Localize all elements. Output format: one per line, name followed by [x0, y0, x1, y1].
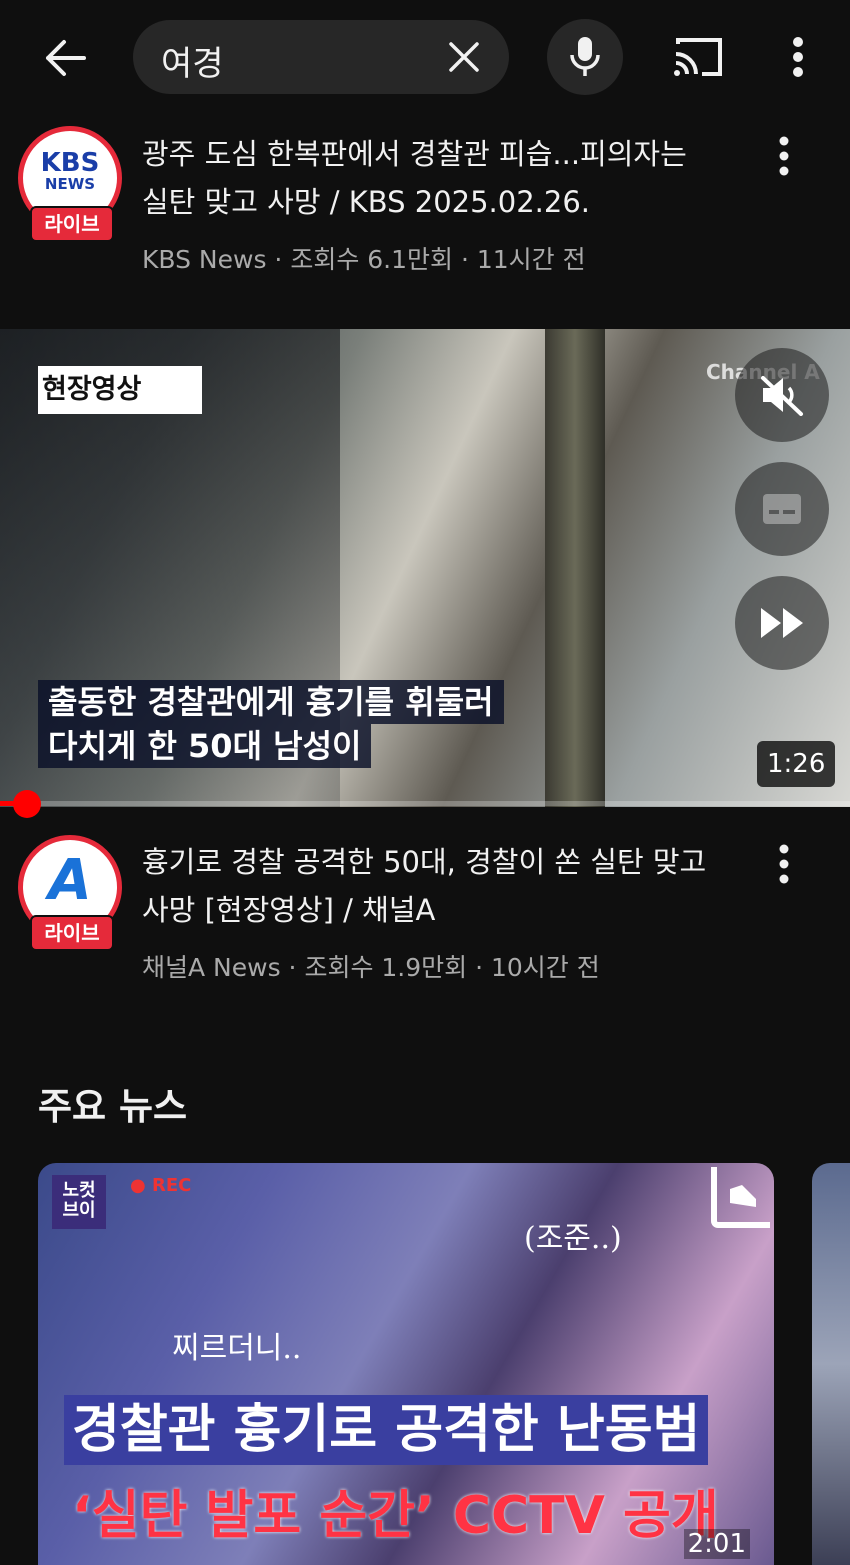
back-arrow-icon[interactable]	[40, 32, 92, 84]
channel-logo: 노컷 브이	[52, 1175, 106, 1229]
avatar-logo-text: KBS	[40, 148, 100, 178]
video-caption-line1: 출동한 경찰관에게 흉기를 휘둘러	[38, 680, 504, 724]
mic-icon	[570, 37, 600, 76]
video-title[interactable]: 광주 도심 한복판에서 경찰관 피습...피의자는 실탄 맞고 사망 / KBS…	[142, 130, 742, 226]
duration-badge: 2:01	[683, 1529, 750, 1559]
cast-icon[interactable]	[672, 34, 726, 80]
video-title-line2: 사망 [현장영상] / 채널A	[142, 893, 436, 927]
captions-button[interactable]	[735, 462, 829, 556]
video-title-line1: 광주 도심 한복판에서 경찰관 피습...피의자는	[142, 137, 687, 171]
progress-scrubber[interactable]	[13, 790, 41, 818]
more-vert-icon[interactable]	[784, 34, 812, 80]
voice-search-button[interactable]	[547, 19, 623, 95]
next-news-card-thumbnail[interactable]	[812, 1163, 850, 1565]
headline-line2: ‘실탄 발포 순간’ CCTV 공개	[72, 1486, 719, 1546]
video-caption-line2: 다치게 한 50대 남성이	[38, 724, 372, 768]
avatar-logo-sub: NEWS	[44, 175, 96, 193]
video-meta: 채널A News · 조회수 1.9만회 · 10시간 전	[142, 953, 600, 982]
rec-label: ● REC	[130, 1175, 192, 1196]
search-input[interactable]: 여경	[133, 20, 509, 94]
fast-forward-icon	[761, 608, 803, 638]
headline-line1: 경찰관 흉기로 공격한 난동범	[64, 1395, 709, 1465]
video-title-line1: 흉기로 경찰 공격한 50대, 경찰이 쏜 실탄 맞고	[142, 845, 707, 879]
top-app-bar: 여경	[0, 0, 850, 115]
overlay-text: 찌르더니..	[172, 1331, 302, 1366]
video-frame-pole	[545, 329, 605, 807]
more-vert-icon[interactable]	[772, 842, 796, 886]
avatar-logo-text: A	[48, 848, 92, 913]
news-card-thumbnail[interactable]: 노컷 브이 ● REC (조준..) 찌르더니.. 경찰관 흉기로 공격한 난동범…	[38, 1163, 774, 1565]
channel-avatar-kbs[interactable]: KBS NEWS 라이브	[18, 126, 122, 242]
channel-avatar-channel-a[interactable]: A 라이브	[18, 835, 122, 951]
live-badge: 라이브	[30, 206, 114, 242]
video-meta: KBS News · 조회수 6.1만회 · 11시간 전	[142, 245, 586, 274]
search-query: 여경	[161, 44, 224, 84]
progress-track[interactable]	[0, 801, 850, 806]
captions-icon	[763, 494, 801, 524]
channel-logo-line: 브이	[62, 1200, 96, 1221]
section-title: 주요 뉴스	[38, 1085, 188, 1128]
video-title-line2: 실탄 맞고 사망 / KBS 2025.02.26.	[142, 185, 591, 219]
duration-badge: 1:26	[757, 741, 836, 787]
close-icon[interactable]	[445, 38, 483, 76]
volume-off-icon	[761, 376, 803, 416]
more-vert-icon[interactable]	[772, 134, 796, 178]
overlay-text: (조준..)	[524, 1221, 622, 1256]
channel-logo-line: 노컷	[62, 1180, 96, 1201]
fast-forward-button[interactable]	[735, 576, 829, 670]
video-chip-arrow	[176, 374, 198, 410]
shorts-icon	[711, 1167, 770, 1228]
video-title[interactable]: 흉기로 경찰 공격한 50대, 경찰이 쏜 실탄 맞고 사망 [현장영상] / …	[142, 838, 742, 934]
live-badge: 라이브	[30, 915, 114, 951]
mute-button[interactable]	[735, 348, 829, 442]
